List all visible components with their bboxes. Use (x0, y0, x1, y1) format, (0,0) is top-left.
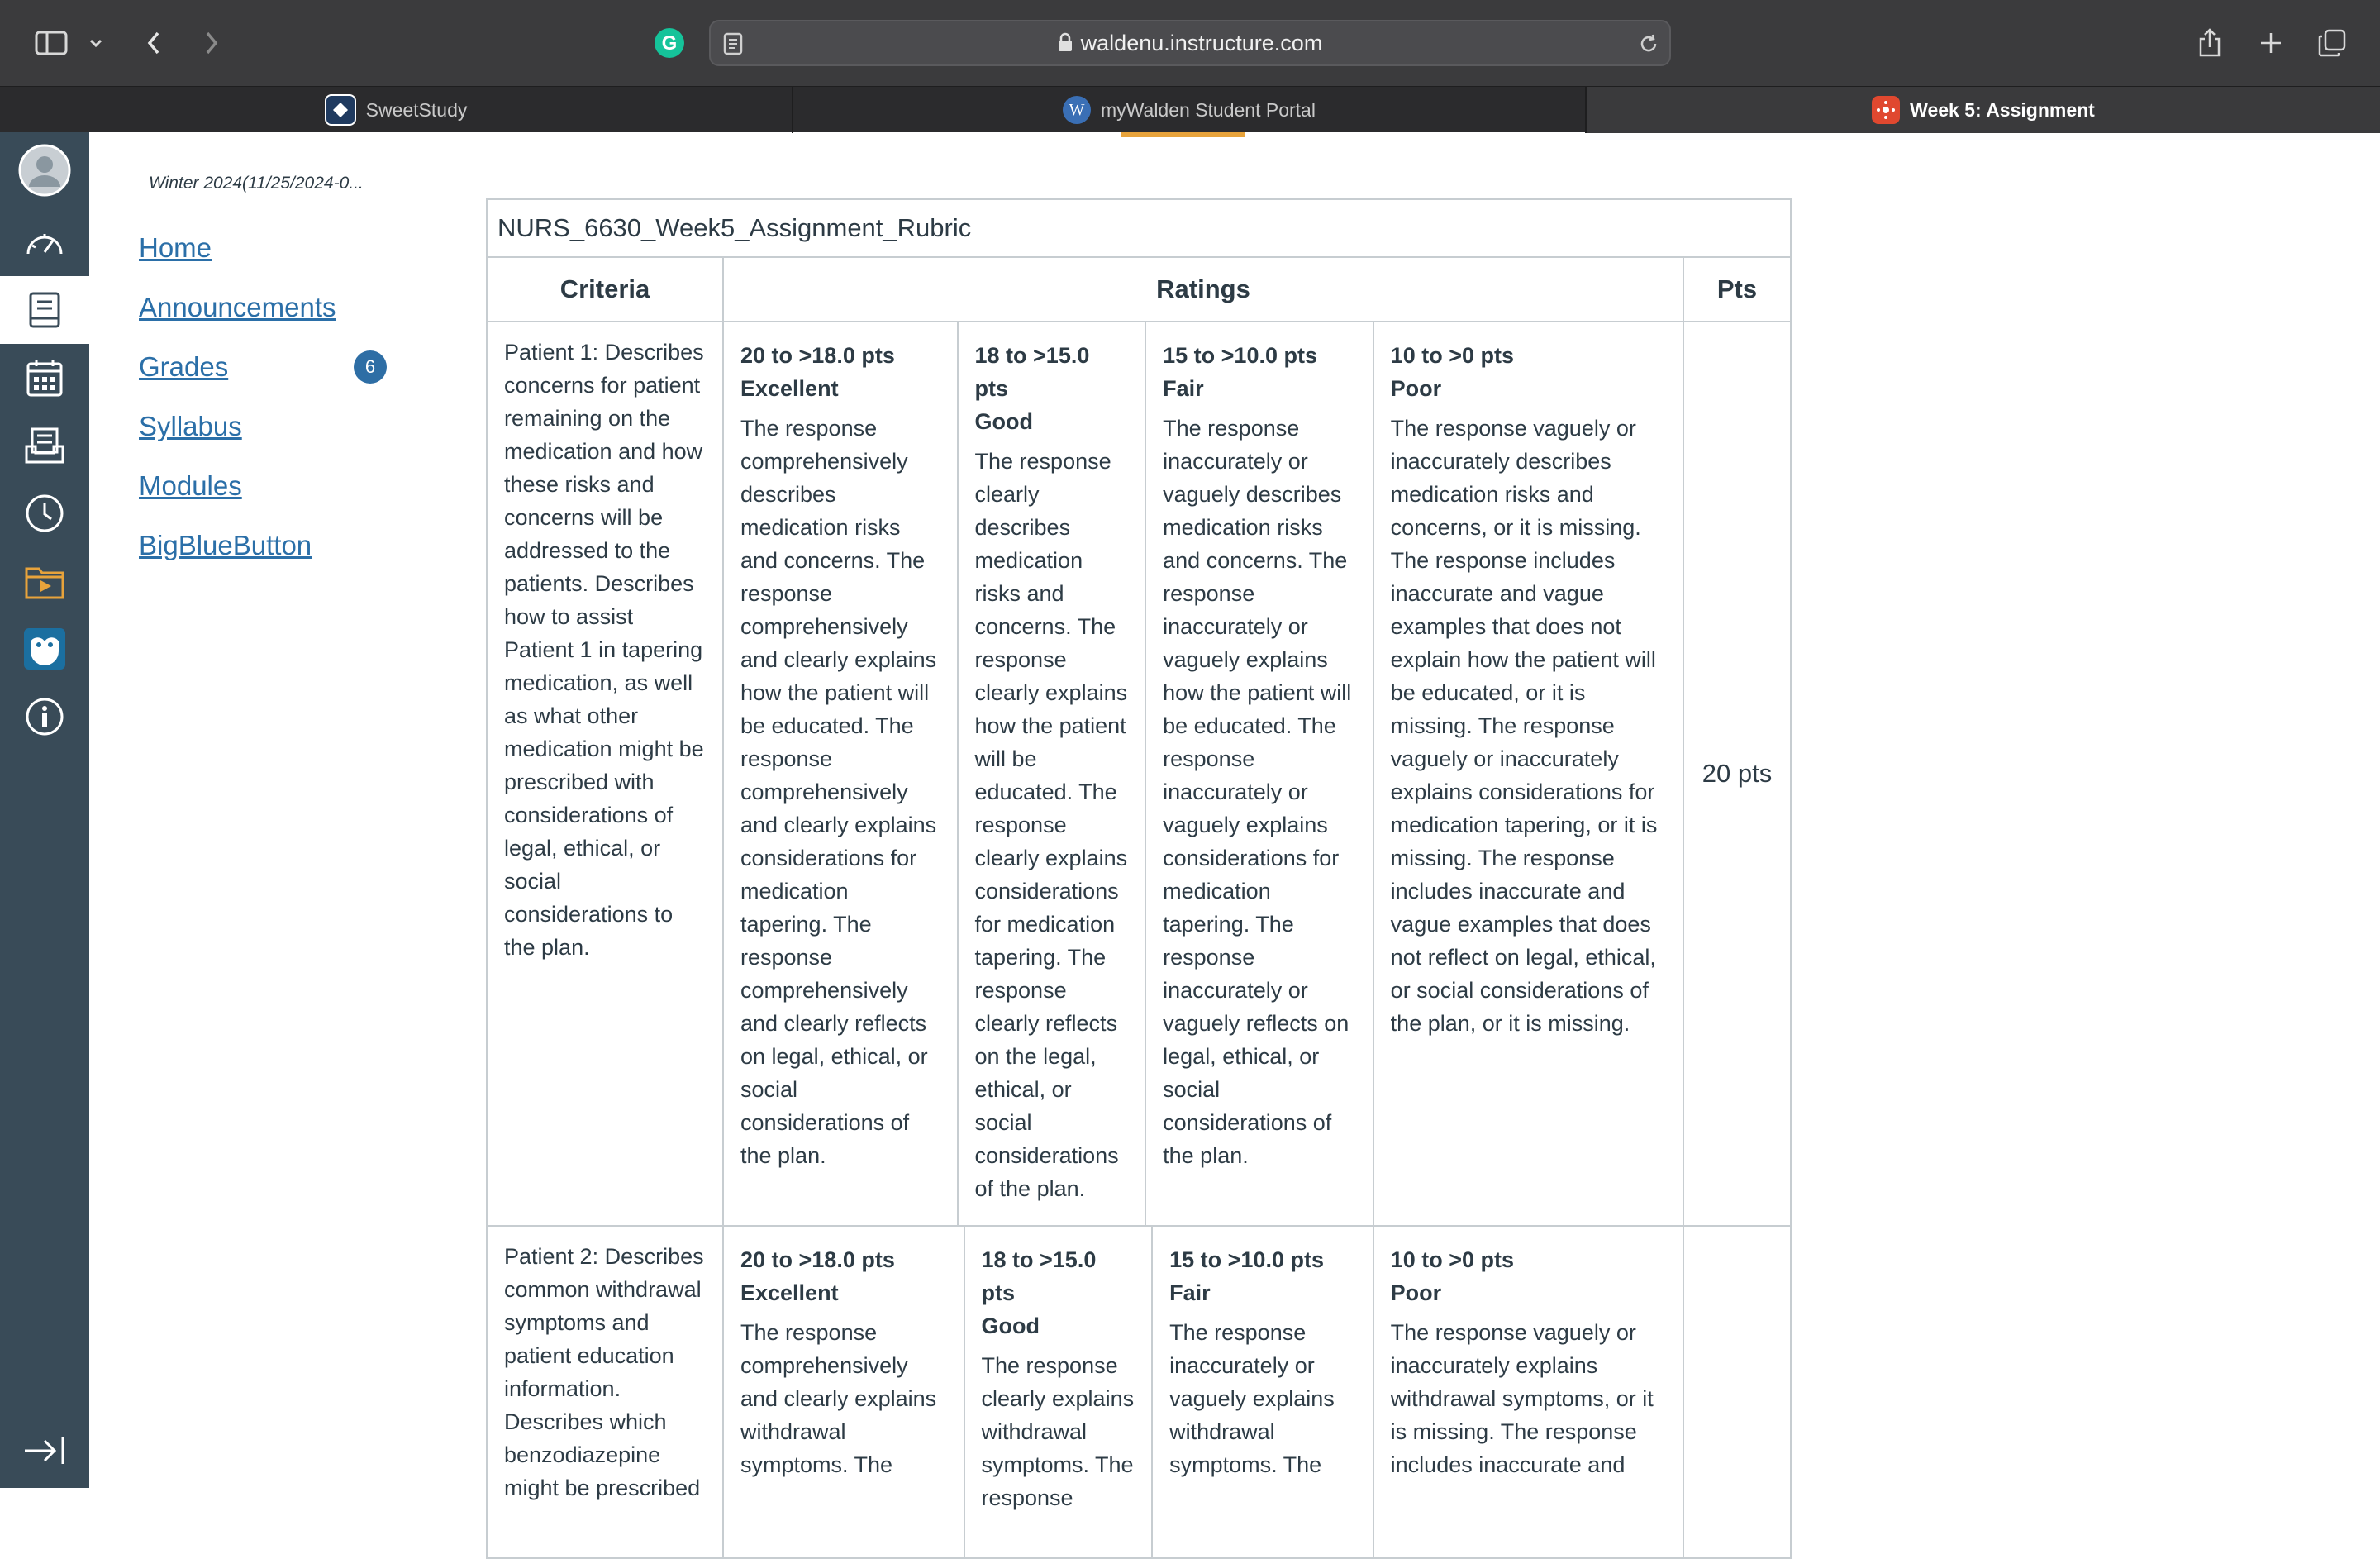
address-bar[interactable]: waldenu.instructure.com (709, 20, 1671, 66)
grades-count-badge: 6 (354, 350, 387, 384)
tab-label: myWalden Student Portal (1101, 98, 1316, 121)
rating-fair[interactable]: 15 to >10.0 pts Fair The response inaccu… (1153, 1227, 1374, 1557)
tab-mywalden[interactable]: W myWalden Student Portal (793, 87, 1587, 133)
history-icon[interactable] (0, 479, 89, 547)
rating-points: 10 to >0 pts (1390, 343, 1514, 368)
criterion-points (1684, 1227, 1790, 1557)
rating-poor[interactable]: 10 to >0 pts Poor The response vaguely o… (1374, 1227, 1683, 1557)
tab-bar: SweetStudy W myWalden Student Portal Wee… (0, 86, 2380, 133)
rating-description: The response comprehensively describes m… (740, 416, 937, 1168)
rating-name: Poor (1390, 376, 1442, 401)
criteria-description: Patient 1: Describes concerns for patien… (488, 322, 724, 1225)
rubric-row: Patient 2: Describes common withdrawal s… (488, 1227, 1790, 1557)
rating-points: 20 to >18.0 pts (740, 343, 895, 368)
rating-description: The response vaguely or inaccurately des… (1390, 416, 1658, 1036)
dashboard-icon[interactable] (0, 208, 89, 276)
rating-points: 15 to >10.0 pts (1163, 343, 1317, 368)
rating-name: Good (974, 409, 1033, 434)
course-term-label: Winter 2024(11/25/2024-0... (149, 174, 364, 193)
rubric-table: NURS_6630_Week5_Assignment_Rubric Criter… (486, 198, 1792, 1559)
rating-poor[interactable]: 10 to >0 pts Poor The response vaguely o… (1374, 322, 1683, 1225)
back-icon[interactable] (137, 21, 170, 64)
global-navigation (0, 132, 89, 1488)
reload-icon[interactable] (1636, 31, 1661, 60)
share-icon[interactable] (2193, 21, 2226, 64)
rating-name: Excellent (740, 1280, 839, 1305)
rubric-header-row: Criteria Ratings Pts (488, 258, 1790, 322)
rating-good[interactable]: 18 to >15.0 pts Good The response clearl… (959, 322, 1147, 1225)
ratings-group: 20 to >18.0 pts Excellent The response c… (724, 322, 1684, 1225)
rating-description: The response clearly describes medicatio… (974, 449, 1128, 1201)
canvas-icon (1872, 96, 1901, 124)
url-text[interactable]: waldenu.instructure.com (711, 21, 1669, 64)
rating-description: The response clearly explains withdrawal… (981, 1353, 1135, 1510)
rating-description: The response vaguely or inaccurately exp… (1390, 1320, 1654, 1477)
header-criteria: Criteria (488, 258, 724, 321)
rating-points: 10 to >0 pts (1390, 1247, 1514, 1272)
courses-icon[interactable] (0, 276, 89, 344)
sweetstudy-icon (324, 94, 356, 126)
help-icon[interactable] (0, 683, 89, 751)
criterion-points: 20 pts (1702, 759, 1773, 788)
tab-week5-assignment[interactable]: Week 5: Assignment (1587, 87, 2380, 133)
inbox-icon[interactable] (0, 412, 89, 479)
chevron-down-icon[interactable] (86, 21, 106, 64)
commons-icon[interactable] (0, 547, 89, 615)
lock-icon (1058, 23, 1073, 66)
rating-excellent[interactable]: 20 to >18.0 pts Excellent The response c… (724, 322, 959, 1225)
tab-overview-icon[interactable] (2316, 21, 2349, 64)
tab-sweetstudy[interactable]: SweetStudy (0, 87, 793, 133)
rating-points: 20 to >18.0 pts (740, 1247, 895, 1272)
rating-name: Good (981, 1313, 1040, 1338)
walden-icon: W (1063, 96, 1092, 124)
course-nav-home[interactable]: Home (139, 232, 212, 264)
ratings-group: 20 to >18.0 pts Excellent The response c… (724, 1227, 1684, 1557)
rubric-title: NURS_6630_Week5_Assignment_Rubric (488, 200, 1790, 258)
header-ratings: Ratings (724, 258, 1684, 321)
rating-name: Fair (1163, 376, 1204, 401)
rating-points: 18 to >15.0 pts (974, 343, 1090, 401)
course-nav-syllabus[interactable]: Syllabus (139, 411, 242, 442)
rating-name: Excellent (740, 376, 839, 401)
forward-icon[interactable] (195, 21, 228, 64)
course-nav-modules[interactable]: Modules (139, 470, 242, 502)
scroll-indicator (1121, 132, 1245, 137)
rating-excellent[interactable]: 20 to >18.0 pts Excellent The response c… (724, 1227, 965, 1557)
new-tab-icon[interactable] (2254, 21, 2287, 64)
tab-label: Week 5: Assignment (1910, 98, 2095, 121)
rating-name: Poor (1390, 1280, 1442, 1305)
grammarly-icon[interactable]: G (653, 21, 686, 64)
rating-description: The response comprehensively and clearly… (740, 1320, 937, 1477)
header-pts: Pts (1716, 274, 1758, 303)
rubric-row: Patient 1: Describes concerns for patien… (488, 322, 1790, 1227)
svg-text:G: G (662, 32, 678, 55)
rating-description: The response inaccurately or vaguely des… (1163, 416, 1352, 1168)
rating-description: The response inaccurately or vaguely exp… (1169, 1320, 1335, 1477)
course-nav-grades[interactable]: Grades (139, 351, 228, 383)
calendar-icon[interactable] (0, 344, 89, 412)
owl-icon[interactable] (0, 615, 89, 683)
collapse-icon[interactable] (21, 1434, 68, 1471)
rating-good[interactable]: 18 to >15.0 pts Good The response clearl… (965, 1227, 1154, 1557)
rating-points: 15 to >10.0 pts (1169, 1247, 1324, 1272)
course-nav-announcements[interactable]: Announcements (139, 292, 336, 323)
url-label: waldenu.instructure.com (1080, 31, 1323, 55)
rating-fair[interactable]: 15 to >10.0 pts Fair The response inaccu… (1146, 322, 1374, 1225)
criteria-description: Patient 2: Describes common withdrawal s… (488, 1227, 724, 1557)
sidebar-toggle-icon[interactable] (31, 21, 71, 64)
browser-toolbar: G waldenu.instructure.com (0, 0, 2380, 86)
tab-label: SweetStudy (365, 98, 468, 121)
course-nav-bigbluebutton[interactable]: BigBlueButton (139, 530, 312, 561)
account-icon[interactable] (0, 132, 89, 208)
rating-name: Fair (1169, 1280, 1211, 1305)
rating-points: 18 to >15.0 pts (981, 1247, 1097, 1305)
